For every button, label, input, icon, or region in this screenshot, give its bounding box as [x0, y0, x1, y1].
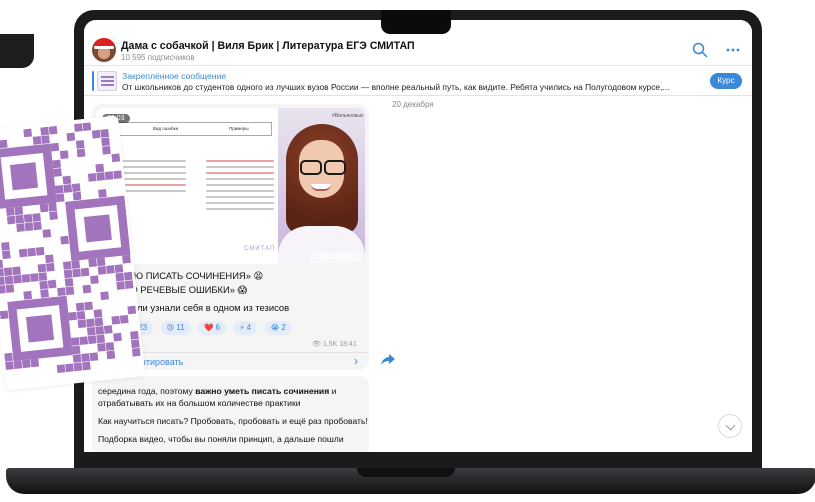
pinned-thumbnail	[97, 71, 117, 91]
more-dots-icon[interactable]	[725, 42, 741, 58]
pinned-accent-bar	[92, 71, 94, 91]
slide-col-examples: Примеры	[229, 126, 249, 131]
video-brand-tag: #Вильяновых	[332, 113, 364, 119]
post2-line-3: Как научиться писать? Пробовать, пробова…	[98, 416, 368, 426]
subscriber-count: 10 595 подписчиков	[121, 53, 195, 62]
presenter-name: Виля Брик	[310, 252, 362, 263]
channel-avatar[interactable]	[92, 38, 116, 62]
reaction-chip[interactable]: 😢 11	[160, 321, 191, 335]
slide-logo: СМИТАП	[244, 246, 276, 252]
qr-code-icon	[0, 122, 141, 374]
channel-title[interactable]: Дама с собачкой | Виля Брик | Литература…	[121, 40, 415, 52]
channel-post-2: середина года, поэтому важно уметь писат…	[92, 376, 369, 452]
post2-line-1: середина года, поэтому важно уметь писат…	[98, 386, 337, 396]
eye-icon: 👁	[312, 341, 321, 348]
telegram-window: Дама с собачкой | Виля Брик | Литература…	[84, 20, 752, 452]
slide-table-header: № Вид ошибки Примеры	[100, 122, 272, 136]
pinned-text: От школьников до студентов одного из луч…	[122, 82, 670, 92]
pinned-label: Закреплённое сообщение	[122, 71, 227, 81]
chevron-right-icon: ›	[354, 354, 358, 368]
post-time: 18:41	[339, 341, 357, 348]
presenter-photo	[278, 108, 365, 264]
decorative-dark-tab	[0, 34, 34, 68]
message-feed[interactable]: 20 декабря № Вид ошибки Примеры	[84, 96, 752, 452]
reaction-chip[interactable]: ⚡ 4	[233, 321, 258, 335]
date-separator: 20 декабря	[392, 100, 434, 109]
video-preview[interactable]: № Вид ошибки Примеры СМИТАП	[96, 108, 365, 264]
reaction-chip[interactable]: 😭 2	[264, 321, 292, 335]
pinned-message[interactable]: Закреплённое сообщение От школьников до …	[84, 66, 752, 96]
post2-line-2: отрабатывать их на большом количестве пр…	[98, 398, 301, 408]
course-button[interactable]: Курс	[710, 73, 742, 89]
search-icon[interactable]	[692, 42, 708, 58]
view-count: 1,5K	[322, 341, 338, 348]
post-meta: 👁 1,5K 18:41	[312, 340, 357, 348]
laptop-groove	[357, 468, 455, 477]
slide-text-right	[206, 160, 274, 214]
post2-line-4: Подборка видео, чтобы вы поняли принцип,…	[98, 434, 344, 444]
share-icon[interactable]	[380, 351, 396, 367]
reaction-chip[interactable]: ❤️ 6	[198, 321, 226, 335]
scroll-down-button[interactable]	[718, 414, 742, 438]
slide-col-error-type: Вид ошибки	[153, 126, 179, 131]
camera-notch	[381, 10, 451, 34]
